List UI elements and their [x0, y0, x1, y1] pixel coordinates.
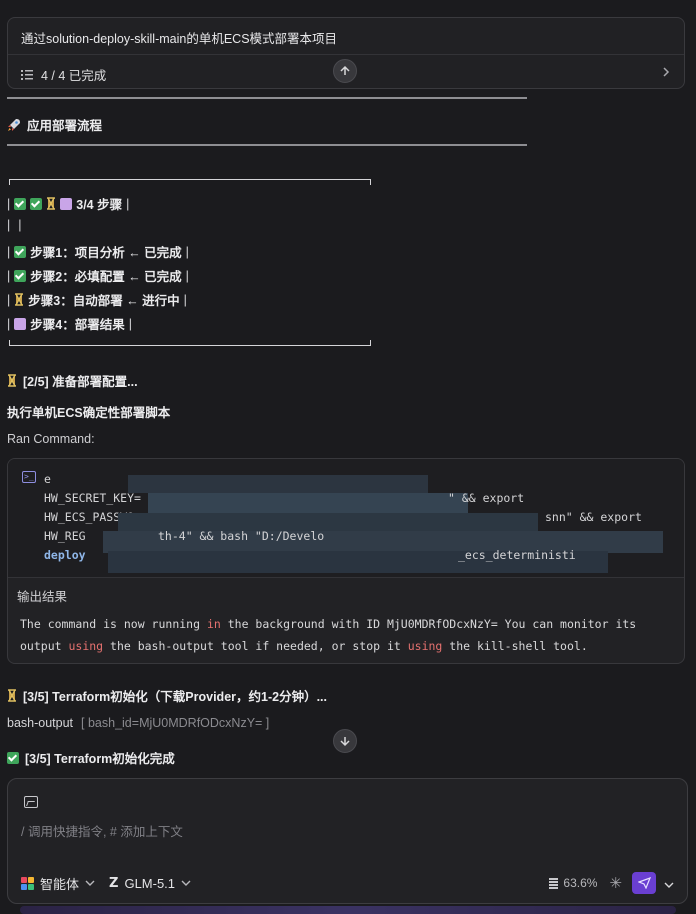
progress-box-top [9, 179, 371, 185]
code-fragment: " && export [448, 491, 525, 505]
progress-step-4: | 步骤4：部署结果 | [7, 314, 132, 333]
check-icon [14, 245, 27, 258]
code-fragment: th-4" && bash "D:/Develo [158, 529, 325, 543]
terraform-done-line: [3/5] Terraform初始化完成 [7, 748, 175, 767]
check-icon [14, 197, 27, 210]
send-icon [637, 877, 651, 889]
step-label: 步骤3：自动部署 ← 进行中 [28, 294, 180, 308]
list-icon [21, 69, 33, 80]
agent-selector[interactable]: 智能体 [40, 874, 79, 893]
tool-name: bash-output [7, 716, 74, 730]
progress-step-1: | 步骤1：项目分析 ← 已完成 | [7, 242, 189, 261]
chat-input[interactable]: / 调用快捷指令, # 添加上下文 [21, 821, 183, 840]
hourglass-icon [8, 689, 16, 702]
step-label: 步骤1：项目分析 ← 已完成 [30, 246, 182, 260]
task-divider [8, 54, 684, 55]
zhipu-logo-icon: Z [109, 875, 119, 891]
command-code[interactable]: >_ e HW_SECRET_KEY= HW_ECS_PASSWO HW_REG… [8, 459, 684, 577]
check-icon [30, 197, 43, 210]
task-status[interactable]: 4 / 4 已完成 [21, 65, 106, 84]
arrow-up-icon [340, 65, 350, 75]
composer-toolbar: 智能体 Z GLM-5.1 63.6% ✳ [21, 872, 674, 894]
code-line: HW_SECRET_KEY= [44, 491, 141, 505]
context-usage[interactable]: 63.6% [549, 876, 597, 890]
code-line: e [44, 472, 51, 486]
exec-heading: 执行单机ECS确定性部署脚本 [7, 406, 171, 420]
code-line: deploy [44, 548, 86, 562]
terminal-icon: >_ [22, 471, 36, 483]
chevron-right-icon[interactable] [662, 64, 670, 80]
redacted-region [128, 475, 428, 493]
pending-icon [60, 197, 73, 210]
step-label: 步骤4：部署结果 [30, 318, 125, 332]
chevron-down-icon[interactable] [85, 878, 95, 889]
progress-empty-row: | | [7, 218, 22, 232]
redacted-region [148, 493, 468, 513]
send-button[interactable] [632, 872, 656, 894]
section-title: 应用部署流程 [27, 119, 103, 133]
command-output: The command is now running in the backgr… [20, 617, 637, 653]
output-label: 输出结果 [17, 590, 68, 604]
agent-logo-icon [21, 876, 34, 890]
context-usage-value: 63.6% [563, 876, 598, 890]
sparkle-icon[interactable]: ✳ [609, 874, 622, 892]
model-selector[interactable]: GLM-5.1 [124, 876, 175, 891]
divider-bottom [7, 144, 527, 146]
pending-icon [14, 317, 27, 330]
image-icon[interactable] [24, 796, 38, 808]
task-status-label: 4 / 4 已完成 [41, 69, 107, 83]
section-heading: 应用部署流程 [7, 115, 102, 134]
code-fragment: _ecs_deterministi [458, 548, 576, 562]
step-label: 步骤2：必填配置 ← 已完成 [30, 270, 182, 284]
hourglass-icon [47, 197, 56, 210]
tool-args: [ bash_id=MjU0MDRfODcxNzY= ] [81, 716, 270, 730]
terraform-done-text: [3/5] Terraform初始化完成 [25, 752, 175, 766]
send-options-chevron-icon[interactable] [664, 876, 674, 891]
context-icon [549, 877, 559, 889]
terraform-line: [3/5] Terraform初始化（下载Provider，约1-2分钟）... [7, 686, 327, 705]
chevron-down-icon[interactable] [181, 878, 191, 889]
output-divider [8, 577, 684, 578]
prep-text: [2/5] 准备部署配置... [23, 375, 138, 389]
progress-box-bottom [9, 340, 371, 346]
check-icon [14, 269, 27, 282]
task-title: 通过solution-deploy-skill-main的单机ECS模式部署本项… [21, 32, 338, 46]
scroll-up-button[interactable] [333, 59, 357, 83]
terraform-text: [3/5] Terraform初始化（下载Provider，约1-2分钟）... [23, 690, 327, 704]
progress-summary: 3/4 步骤 [76, 198, 123, 212]
progress-step-3: | 步骤3：自动部署 ← 进行中 | [7, 290, 187, 309]
progress-summary-row: | 3/4 步骤 | [7, 194, 129, 213]
scroll-down-button[interactable] [333, 729, 357, 753]
bash-output-row[interactable]: bash-output [ bash_id=MjU0MDRfODcxNzY= ] [7, 716, 269, 730]
prep-line: [2/5] 准备部署配置... [7, 371, 138, 390]
bottom-glow [20, 906, 676, 914]
divider-top [7, 97, 527, 99]
rocket-icon [8, 118, 20, 131]
check-icon [7, 751, 19, 764]
command-card[interactable]: >_ e HW_SECRET_KEY= HW_ECS_PASSWO HW_REG… [7, 458, 685, 664]
code-line: HW_REG [44, 529, 86, 543]
hourglass-icon [15, 293, 24, 306]
progress-step-2: | 步骤2：必填配置 ← 已完成 | [7, 266, 189, 285]
arrow-down-icon [340, 737, 350, 747]
ran-command-label: Ran Command: [7, 432, 95, 446]
chat-composer[interactable]: / 调用快捷指令, # 添加上下文 智能体 Z GLM-5.1 63.6% ✳ [7, 778, 688, 904]
code-fragment: snn" && export [545, 510, 642, 524]
hourglass-icon [8, 374, 16, 387]
